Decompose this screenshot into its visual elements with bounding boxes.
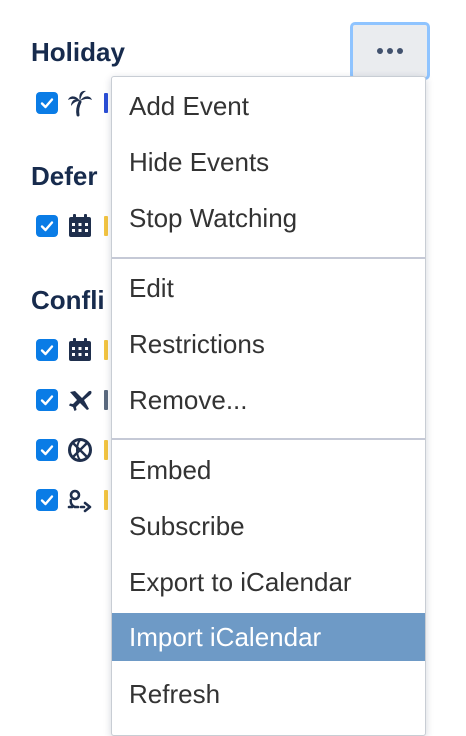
calendar-row[interactable] [36, 211, 108, 241]
calendar-icon [66, 212, 94, 240]
calendar-row[interactable] [36, 88, 108, 118]
checkmark-icon [40, 395, 54, 406]
calendar-checkbox[interactable] [36, 215, 58, 237]
menu-item-restrictions[interactable]: Restrictions [112, 320, 425, 368]
checkmark-icon [40, 221, 54, 232]
calendar-row[interactable] [36, 385, 108, 415]
calendar-checkbox[interactable] [36, 489, 58, 511]
menu-item-remove[interactable]: Remove... [112, 376, 425, 424]
calendar-checkbox[interactable] [36, 339, 58, 361]
calendar-checkbox[interactable] [36, 439, 58, 461]
calendar-icon [66, 336, 94, 364]
palm-tree-icon [66, 89, 94, 117]
calendar-checkbox[interactable] [36, 92, 58, 114]
menu-divider [112, 257, 425, 259]
section-title-defer: Defer [31, 161, 98, 191]
menu-item-embed[interactable]: Embed [112, 446, 425, 494]
menu-item-stop-watching[interactable]: Stop Watching [112, 194, 425, 242]
calendar-actions-menu: Add Event Hide Events Stop Watching Edit… [111, 76, 426, 736]
calendar-row[interactable] [36, 435, 108, 465]
travel-route-icon [66, 486, 94, 514]
menu-item-add-event[interactable]: Add Event [112, 82, 425, 130]
menu-item-hide-events[interactable]: Hide Events [112, 138, 425, 186]
checkmark-icon [40, 98, 54, 109]
section-title-conflicts: Confli [31, 285, 105, 315]
menu-item-refresh[interactable]: Refresh [112, 670, 425, 718]
calendar-row[interactable] [36, 335, 108, 365]
calendar-color-swatch [104, 390, 108, 410]
calendar-color-swatch [104, 216, 108, 236]
calendar-color-swatch [104, 340, 108, 360]
checkmark-icon [40, 445, 54, 456]
calendar-checkbox[interactable] [36, 389, 58, 411]
menu-divider [112, 438, 425, 440]
calendar-color-swatch [104, 490, 108, 510]
basketball-icon [66, 436, 94, 464]
more-horizontal-icon [377, 48, 403, 54]
menu-item-export-icalendar[interactable]: Export to iCalendar [112, 558, 425, 606]
menu-item-import-icalendar[interactable]: Import iCalendar [112, 613, 425, 661]
section-title-holiday: Holiday [31, 37, 125, 67]
calendar-color-swatch [104, 440, 108, 460]
calendar-color-swatch [104, 93, 108, 113]
airplane-icon [66, 386, 94, 414]
more-actions-button[interactable] [350, 22, 430, 80]
menu-item-edit[interactable]: Edit [112, 264, 425, 312]
checkmark-icon [40, 345, 54, 356]
checkmark-icon [40, 495, 54, 506]
menu-item-subscribe[interactable]: Subscribe [112, 502, 425, 550]
calendar-row[interactable] [36, 485, 108, 515]
